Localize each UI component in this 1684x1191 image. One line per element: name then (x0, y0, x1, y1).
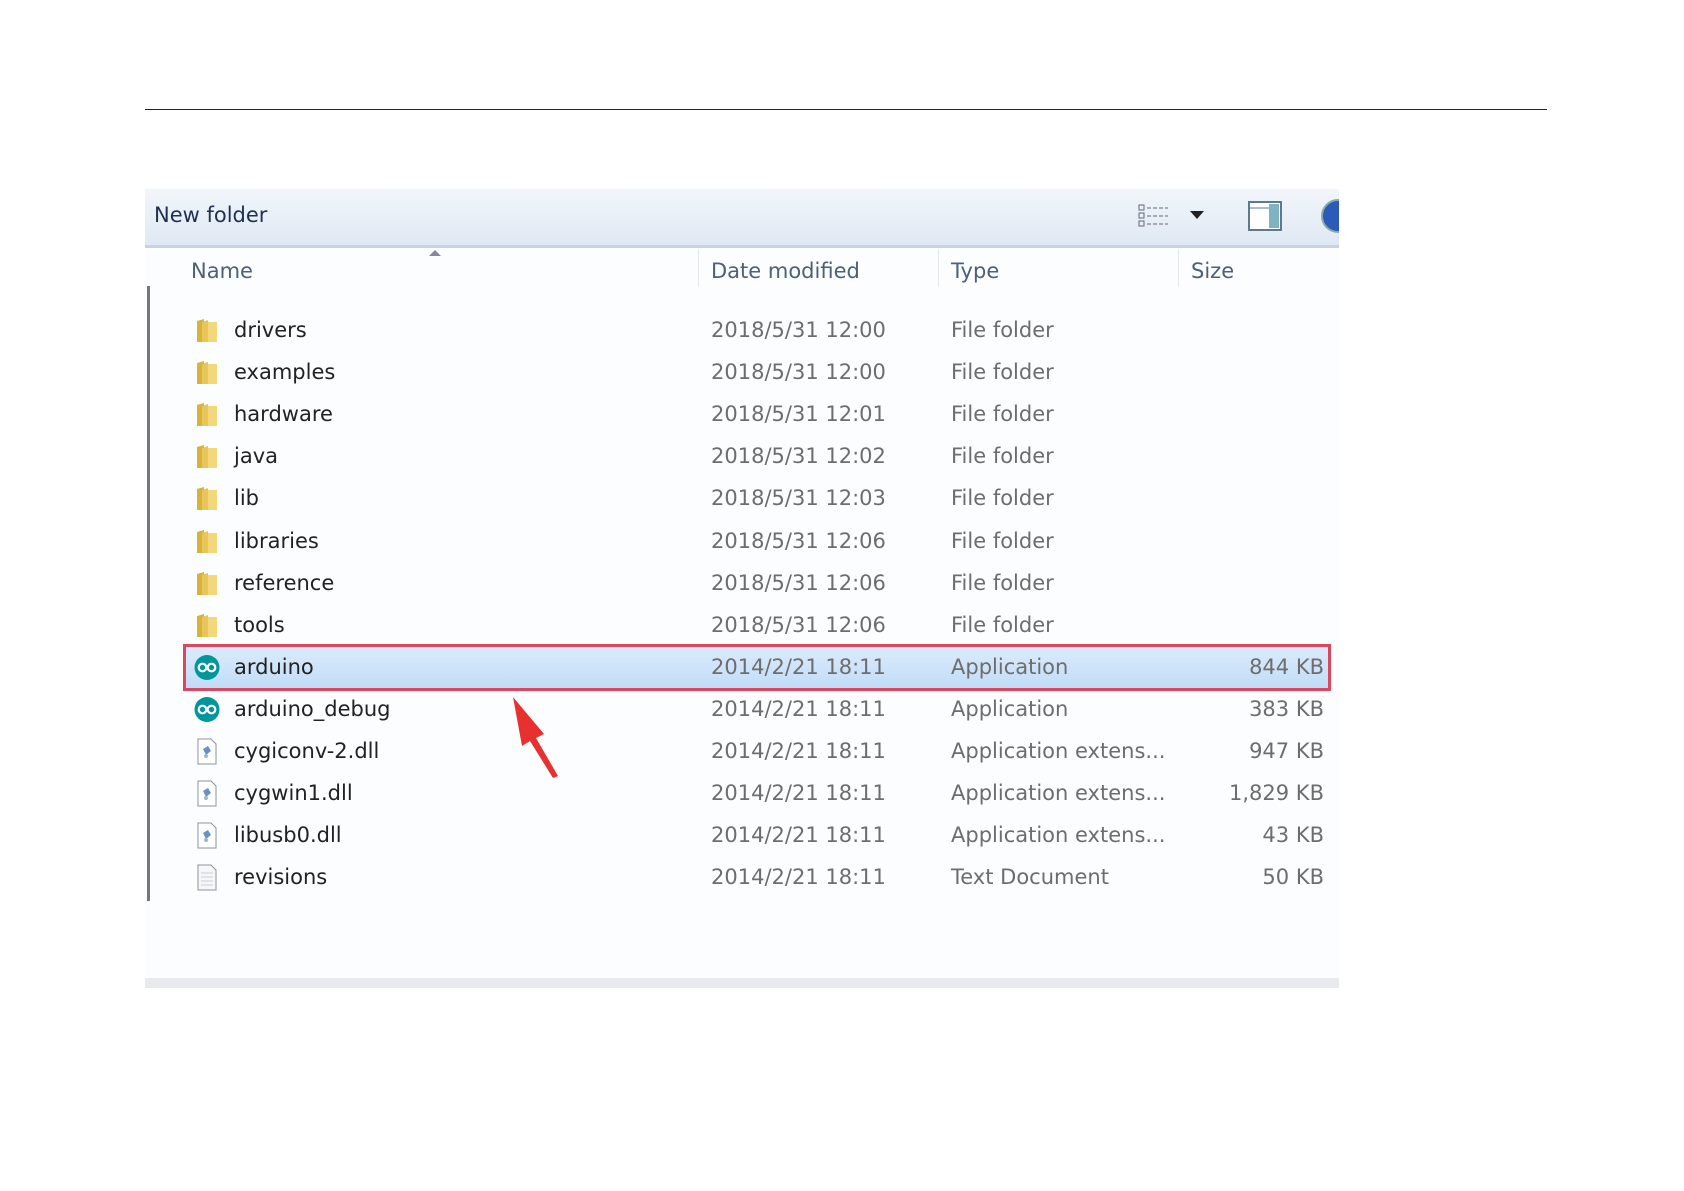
file-type: Application extens... (951, 781, 1166, 806)
file-row-arduino[interactable]: arduino 2014/2/21 18:11 Application 844 KB (183, 643, 1331, 691)
file-type: File folder (951, 612, 1054, 637)
red-arrow-annotation (513, 697, 558, 778)
file-size: 1,829 KB (1229, 781, 1324, 806)
file-type: File folder (951, 402, 1054, 427)
page-rule (145, 109, 1547, 110)
file-name: hardware (234, 402, 333, 427)
toolbar: New folder (145, 189, 1339, 248)
file-row-examples[interactable]: examples 2018/5/31 12:00 File folder (186, 352, 1328, 393)
file-size: 383 KB (1249, 696, 1324, 721)
file-date: 2018/5/31 12:00 (711, 360, 886, 385)
folder-icon (197, 445, 217, 469)
file-type: Application (951, 654, 1069, 679)
help-icon[interactable] (1321, 199, 1339, 233)
file-date: 2014/2/21 18:11 (711, 781, 886, 806)
window-bottom-edge (145, 978, 1339, 988)
file-name: tools (234, 612, 285, 637)
file-name: java (234, 444, 278, 469)
dll-file-icon (197, 738, 217, 765)
file-type: File folder (951, 486, 1054, 511)
file-row-cygiconv-2-dll[interactable]: cygiconv-2.dll 2014/2/21 18:11 Application… (186, 731, 1328, 772)
file-date: 2018/5/31 12:06 (711, 528, 886, 553)
text-file-icon (197, 864, 217, 891)
file-row-java[interactable]: java 2018/5/31 12:02 File folder (186, 436, 1328, 477)
file-date: 2014/2/21 18:11 (711, 654, 886, 679)
file-row-hardware[interactable]: hardware 2018/5/31 12:01 File folder (186, 394, 1328, 435)
arduino-icon (194, 654, 220, 680)
file-date: 2014/2/21 18:11 (711, 823, 886, 848)
file-type: File folder (951, 318, 1054, 342)
file-name: reference (234, 570, 335, 595)
chevron-down-icon[interactable] (1189, 209, 1205, 221)
file-name: revisions (234, 865, 328, 890)
file-type: File folder (951, 444, 1054, 469)
file-size: 947 KB (1249, 739, 1324, 763)
file-name: lib (234, 486, 259, 511)
folder-icon (197, 613, 217, 637)
file-date: 2014/2/21 18:11 (711, 865, 886, 890)
dll-file-icon (197, 780, 217, 807)
file-row-lib[interactable]: lib 2018/5/31 12:03 File folder (186, 478, 1328, 519)
file-type: Application (951, 696, 1069, 721)
file-date: 2018/5/31 12:03 (711, 486, 886, 511)
file-type: File folder (951, 360, 1054, 385)
file-row-revisions[interactable]: revisions 2014/2/21 18:11 Text Document 50 … (186, 857, 1328, 898)
file-type: Application extens... (951, 739, 1166, 763)
file-size: 844 KB (1249, 654, 1324, 679)
file-name: cygwin1.dll (234, 781, 353, 806)
file-row-libusb0-dll[interactable]: libusb0.dll 2014/2/21 18:11 Application ex… (186, 815, 1328, 856)
folder-icon (197, 487, 217, 511)
view-options-icon[interactable] (1138, 203, 1170, 229)
file-size: 43 KB (1262, 823, 1324, 848)
folder-title: New folder (154, 203, 268, 227)
column-header-size[interactable]: Size (1191, 259, 1234, 283)
file-type: Text Document (951, 865, 1109, 890)
explorer-window: New folder Name Date modified Type Size … (145, 189, 1339, 988)
file-size: 50 KB (1262, 865, 1324, 890)
file-row-libraries[interactable]: libraries 2018/5/31 12:06 File folder (186, 521, 1328, 562)
file-date: 2018/5/31 12:02 (711, 444, 886, 469)
scrollbar[interactable] (147, 286, 150, 901)
folder-icon (197, 319, 217, 342)
folder-icon (197, 571, 217, 595)
folder-icon (197, 361, 217, 385)
file-type: File folder (951, 570, 1054, 595)
arduino-icon (194, 696, 220, 722)
file-name: libraries (234, 528, 319, 553)
file-name: drivers (234, 318, 307, 342)
file-row-tools[interactable]: tools 2018/5/31 12:06 File folder (186, 605, 1328, 646)
folder-icon (197, 403, 217, 427)
sort-ascending-icon (429, 250, 441, 256)
file-date: 2018/5/31 12:06 (711, 570, 886, 595)
column-divider[interactable] (1178, 249, 1179, 287)
column-divider[interactable] (698, 249, 699, 287)
column-header-date[interactable]: Date modified (711, 259, 860, 283)
file-date: 2014/2/21 18:11 (711, 696, 886, 721)
column-header-type[interactable]: Type (951, 259, 999, 283)
file-type: Application extens... (951, 823, 1166, 848)
file-date: 2018/5/31 12:00 (711, 318, 886, 342)
preview-pane-icon[interactable] (1248, 201, 1282, 231)
folder-icon (197, 529, 217, 553)
file-name: arduino (234, 654, 314, 679)
file-date: 2018/5/31 12:01 (711, 402, 886, 427)
file-name: examples (234, 360, 336, 385)
file-date: 2014/2/21 18:11 (711, 739, 886, 763)
column-divider[interactable] (938, 249, 939, 287)
file-row-cygwin1-dll[interactable]: cygwin1.dll 2014/2/21 18:11 Application ex… (186, 773, 1328, 814)
file-date: 2018/5/31 12:06 (711, 612, 886, 637)
column-header-name[interactable]: Name (191, 259, 253, 283)
dll-file-icon (197, 822, 217, 849)
file-row-reference[interactable]: reference 2018/5/31 12:06 File folder (186, 563, 1328, 604)
file-name: cygiconv-2.dll (234, 739, 380, 763)
file-name: libusb0.dll (234, 823, 342, 848)
file-row-arduino-debug[interactable]: arduino_debug 2014/2/21 18:11 Application 3… (186, 689, 1328, 730)
file-name: arduino_debug (234, 696, 391, 721)
file-row-drivers[interactable]: drivers 2018/5/31 12:00 File folder (186, 310, 1328, 351)
file-type: File folder (951, 528, 1054, 553)
